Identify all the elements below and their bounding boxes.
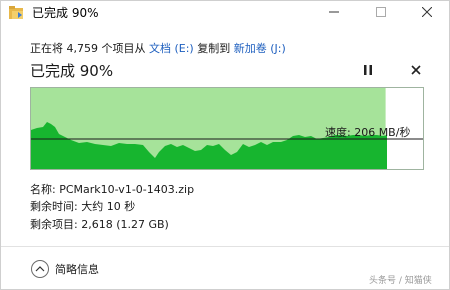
folder-copy-icon [9,5,25,19]
title-bar[interactable]: 已完成 90% [1,1,449,23]
pause-button[interactable] [361,62,375,78]
copy-description: 正在将 4,759 个项目从 文档 (E:) 复制到 新加卷 (J:) [30,40,286,56]
close-icon [411,65,421,75]
items-remaining: 剩余项目: 2,618 (1.27 GB) [30,218,169,231]
destination-folder-link[interactable]: 新加卷 (J:) [234,42,286,55]
divider [1,246,449,247]
watermark: 头条号 / 知猫侠 [369,276,432,286]
copy-prefix: 正在将 4,759 个项目从 [30,42,149,55]
cancel-button[interactable] [409,62,423,78]
close-button[interactable] [404,1,450,23]
progress-heading: 已完成 90% [30,62,114,80]
transfer-speed-graph: 速度: 206 MB/秒 [30,87,424,170]
speed-label: 速度: 206 MB/秒 [325,126,411,139]
file-name: 名称: PCMark10-v1-0-1403.zip [30,183,195,196]
copy-progress-dialog: 已完成 90% 正在将 4,759 个项目从 文档 (E:) 复制到 新加卷 (… [0,0,450,290]
close-icon [422,7,432,17]
minimize-icon [329,11,339,13]
time-remaining: 剩余时间: 大约 10 秒 [30,200,136,213]
maximize-icon [376,7,386,17]
minimize-button[interactable] [311,1,357,23]
less-details-label: 简略信息 [55,263,99,276]
chevron-up-icon [31,260,49,278]
maximize-button[interactable] [358,1,404,23]
window-title: 已完成 90% [32,6,99,20]
copy-middle: 复制到 [193,42,234,55]
pause-icon [364,65,372,75]
less-details-button[interactable]: 简略信息 [31,259,99,279]
source-folder-link[interactable]: 文档 (E:) [149,42,194,55]
